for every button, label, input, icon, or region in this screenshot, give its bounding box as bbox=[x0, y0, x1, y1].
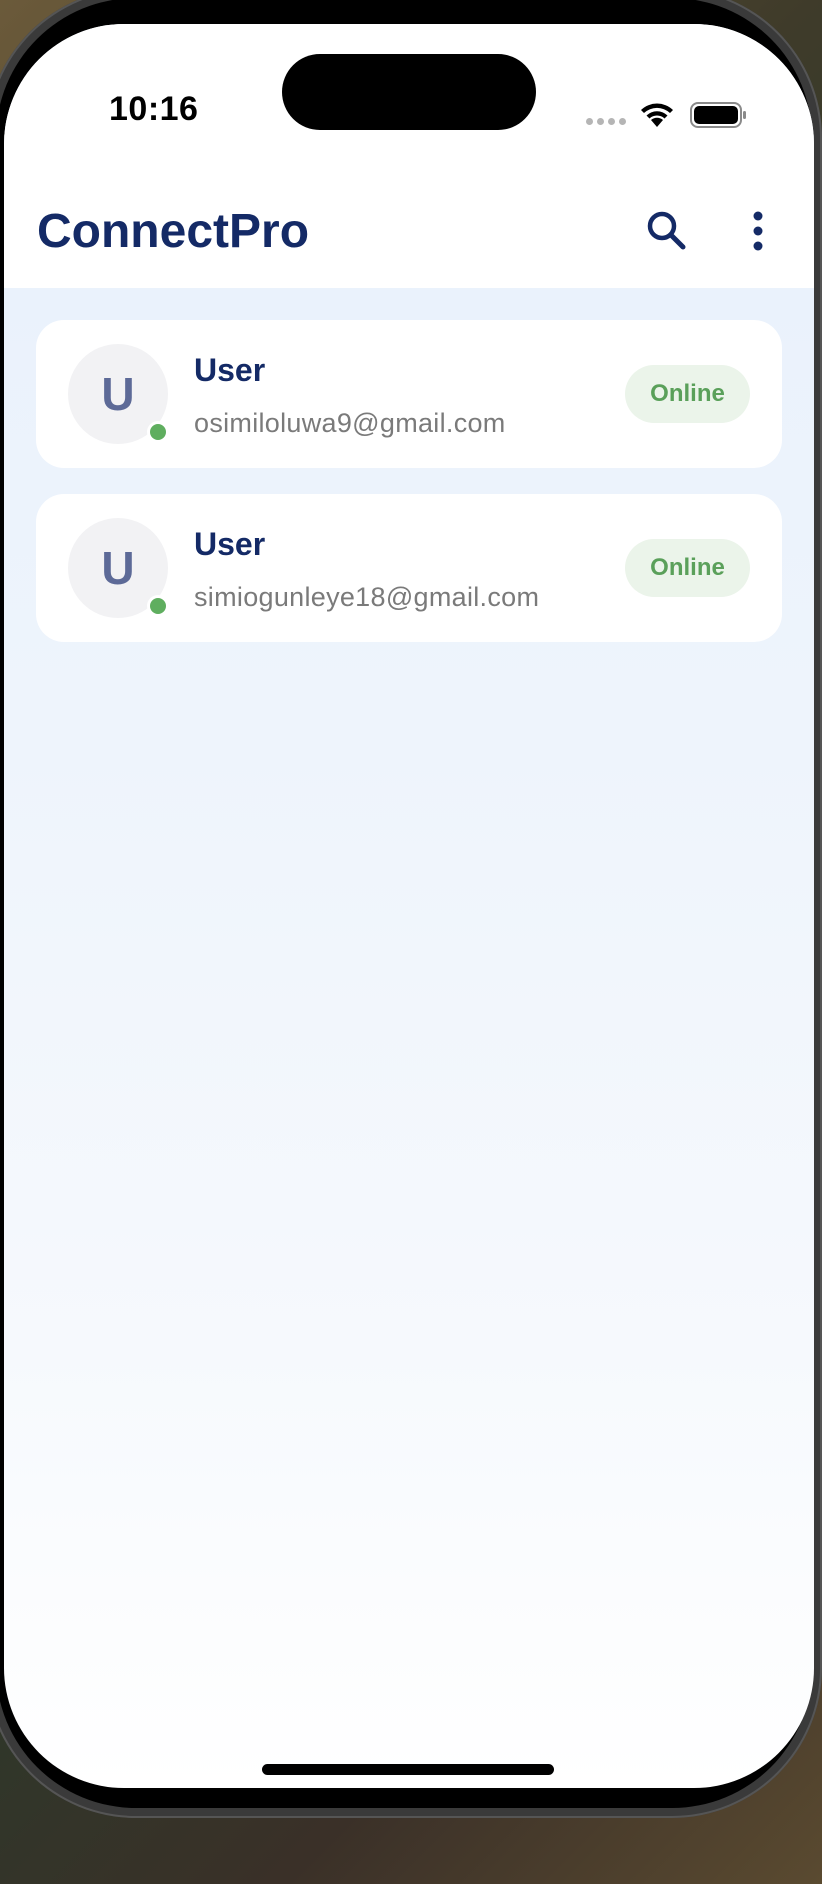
status-time: 10:16 bbox=[109, 90, 199, 128]
online-indicator-dot bbox=[150, 598, 166, 614]
user-name: User bbox=[194, 526, 266, 562]
user-card[interactable]: U User osimiloluwa9@gmail.com Online bbox=[36, 320, 782, 468]
user-email: simiogunleye18@gmail.com bbox=[194, 582, 540, 612]
cellular-signal-icon bbox=[586, 118, 628, 126]
battery-icon bbox=[690, 102, 746, 128]
status-badge: Online bbox=[625, 365, 750, 423]
online-indicator-dot bbox=[150, 424, 166, 440]
app-bar: ConnectPro bbox=[4, 174, 814, 288]
user-card[interactable]: U User simiogunleye18@gmail.com Online bbox=[36, 494, 782, 642]
search-icon[interactable] bbox=[640, 204, 694, 258]
more-vert-icon[interactable] bbox=[738, 204, 778, 258]
app-screen: 10:16 ConnectPro U User osimiloluwa9@gma… bbox=[4, 24, 814, 1788]
app-title: ConnectPro bbox=[37, 205, 310, 258]
status-badge: Online bbox=[625, 539, 750, 597]
user-name: User bbox=[194, 352, 266, 388]
home-indicator[interactable] bbox=[262, 1764, 554, 1775]
wifi-icon bbox=[641, 103, 673, 127]
user-email: osimiloluwa9@gmail.com bbox=[194, 408, 506, 438]
status-bar: 10:16 bbox=[4, 24, 814, 174]
dynamic-island bbox=[282, 54, 536, 130]
user-list: U User osimiloluwa9@gmail.com Online U U… bbox=[36, 320, 784, 668]
